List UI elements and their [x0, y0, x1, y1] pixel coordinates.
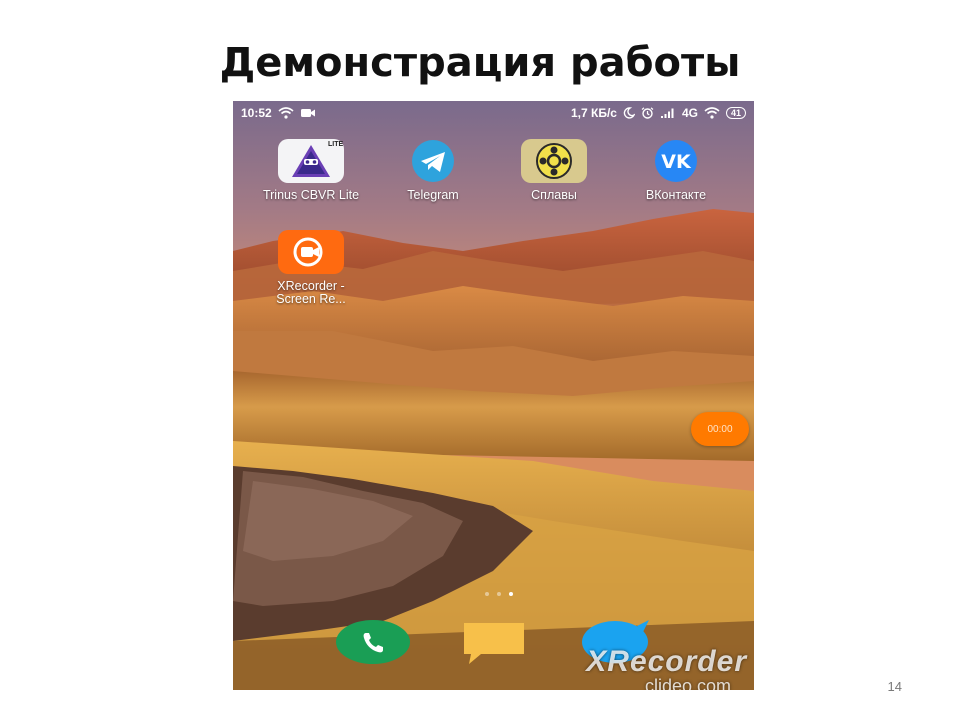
xrecorder-icon: [278, 230, 344, 274]
lite-badge: LITE: [328, 141, 344, 148]
wifi-icon: [704, 107, 720, 119]
status-bar: 10:52 1,7 КБ/с 4G 41: [233, 101, 754, 125]
telegram-icon: [400, 139, 466, 183]
app-label: Сплавы: [531, 188, 577, 202]
phone-icon: [336, 620, 410, 664]
alarm-icon: [641, 107, 654, 119]
vk-icon: VK: [643, 139, 709, 183]
page-indicator: [485, 592, 513, 596]
app-vk[interactable]: VK ВКонтакте: [626, 139, 726, 202]
messages-icon: [464, 623, 524, 664]
dock-messages[interactable]: [461, 620, 527, 666]
app-label: Trinus CBVR Lite: [262, 188, 360, 202]
network-type: 4G: [681, 106, 698, 120]
dock-phone[interactable]: [335, 619, 411, 665]
app-label: ВКонтакте: [645, 188, 707, 202]
phone-screen: 10:52 1,7 КБ/с 4G 41 LITE Trinus CBVR Li…: [233, 101, 754, 690]
dock-browser[interactable]: [581, 618, 653, 666]
recorder-timer-bubble[interactable]: 00:00: [691, 412, 749, 446]
network-speed: 1,7 КБ/с: [570, 106, 617, 120]
browser-icon: [582, 620, 649, 663]
moon-icon: [623, 107, 635, 119]
vk-glyph: VK: [661, 151, 692, 173]
app-xrecorder[interactable]: XRecorder - Screen Re...: [261, 230, 361, 306]
page-dot-active: [509, 592, 513, 596]
wifi-icon: [278, 107, 294, 119]
app-label: XRecorder - Screen Re...: [276, 279, 346, 306]
slide-title: Демонстрация работы: [219, 40, 741, 86]
battery-icon: 41: [725, 107, 746, 119]
app-splavy[interactable]: Сплавы: [504, 139, 604, 202]
splavy-icon: [521, 139, 587, 183]
signal-icon: [660, 108, 674, 118]
status-time: 10:52: [241, 106, 272, 120]
video-camera-icon: [300, 109, 315, 117]
app-telegram[interactable]: Telegram: [383, 139, 483, 202]
page-dot: [485, 592, 489, 596]
app-label: Telegram: [407, 188, 459, 202]
app-trinus[interactable]: LITE Trinus CBVR Lite: [261, 139, 361, 202]
page-dot: [497, 592, 501, 596]
slide-number: 14: [887, 679, 902, 694]
